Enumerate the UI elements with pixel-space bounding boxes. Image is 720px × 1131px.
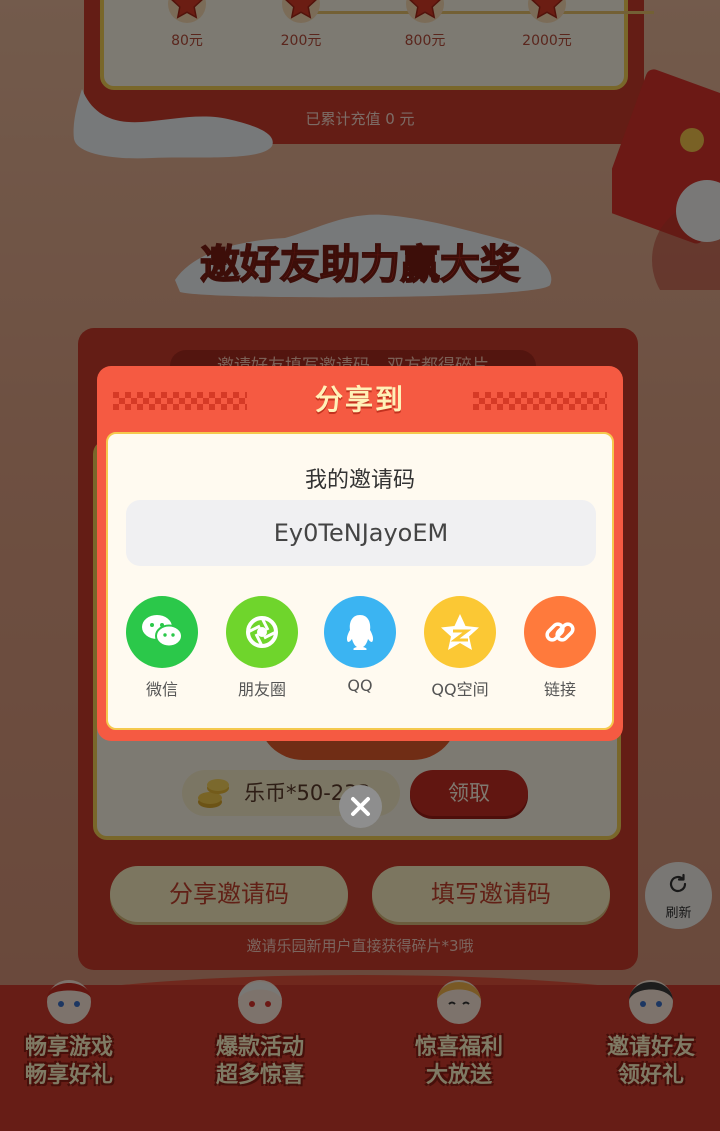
share-moments[interactable]: 朋友圈	[217, 596, 307, 700]
qzone-icon	[424, 596, 496, 668]
share-option-label: 链接	[543, 680, 576, 699]
share-wechat[interactable]: 微信	[117, 596, 207, 700]
share-option-label: QQ	[347, 676, 373, 695]
share-qq[interactable]: QQ	[315, 596, 405, 695]
wechat-icon	[126, 596, 198, 668]
share-modal-body: 我的邀请码 Ey0TeNJayoEM 微信 朋友圈 QQ QQ空间 链接	[106, 432, 614, 730]
moments-icon	[226, 596, 298, 668]
qq-icon	[324, 596, 396, 668]
share-option-label: QQ空间	[431, 680, 489, 699]
invite-code-value[interactable]: Ey0TeNJayoEM	[126, 500, 596, 566]
share-option-label: 微信	[145, 680, 178, 699]
share-option-label: 朋友圈	[237, 680, 286, 699]
share-qzone[interactable]: QQ空间	[415, 596, 505, 700]
close-icon	[351, 797, 370, 816]
share-link[interactable]: 链接	[515, 596, 605, 700]
invite-code-label: 我的邀请码	[304, 468, 415, 493]
close-modal-button[interactable]	[339, 785, 382, 828]
link-icon	[524, 596, 596, 668]
share-modal: 分享到 我的邀请码 Ey0TeNJayoEM 微信 朋友圈 QQ QQ空间 链接	[97, 366, 623, 741]
checker-decoration	[473, 392, 607, 410]
